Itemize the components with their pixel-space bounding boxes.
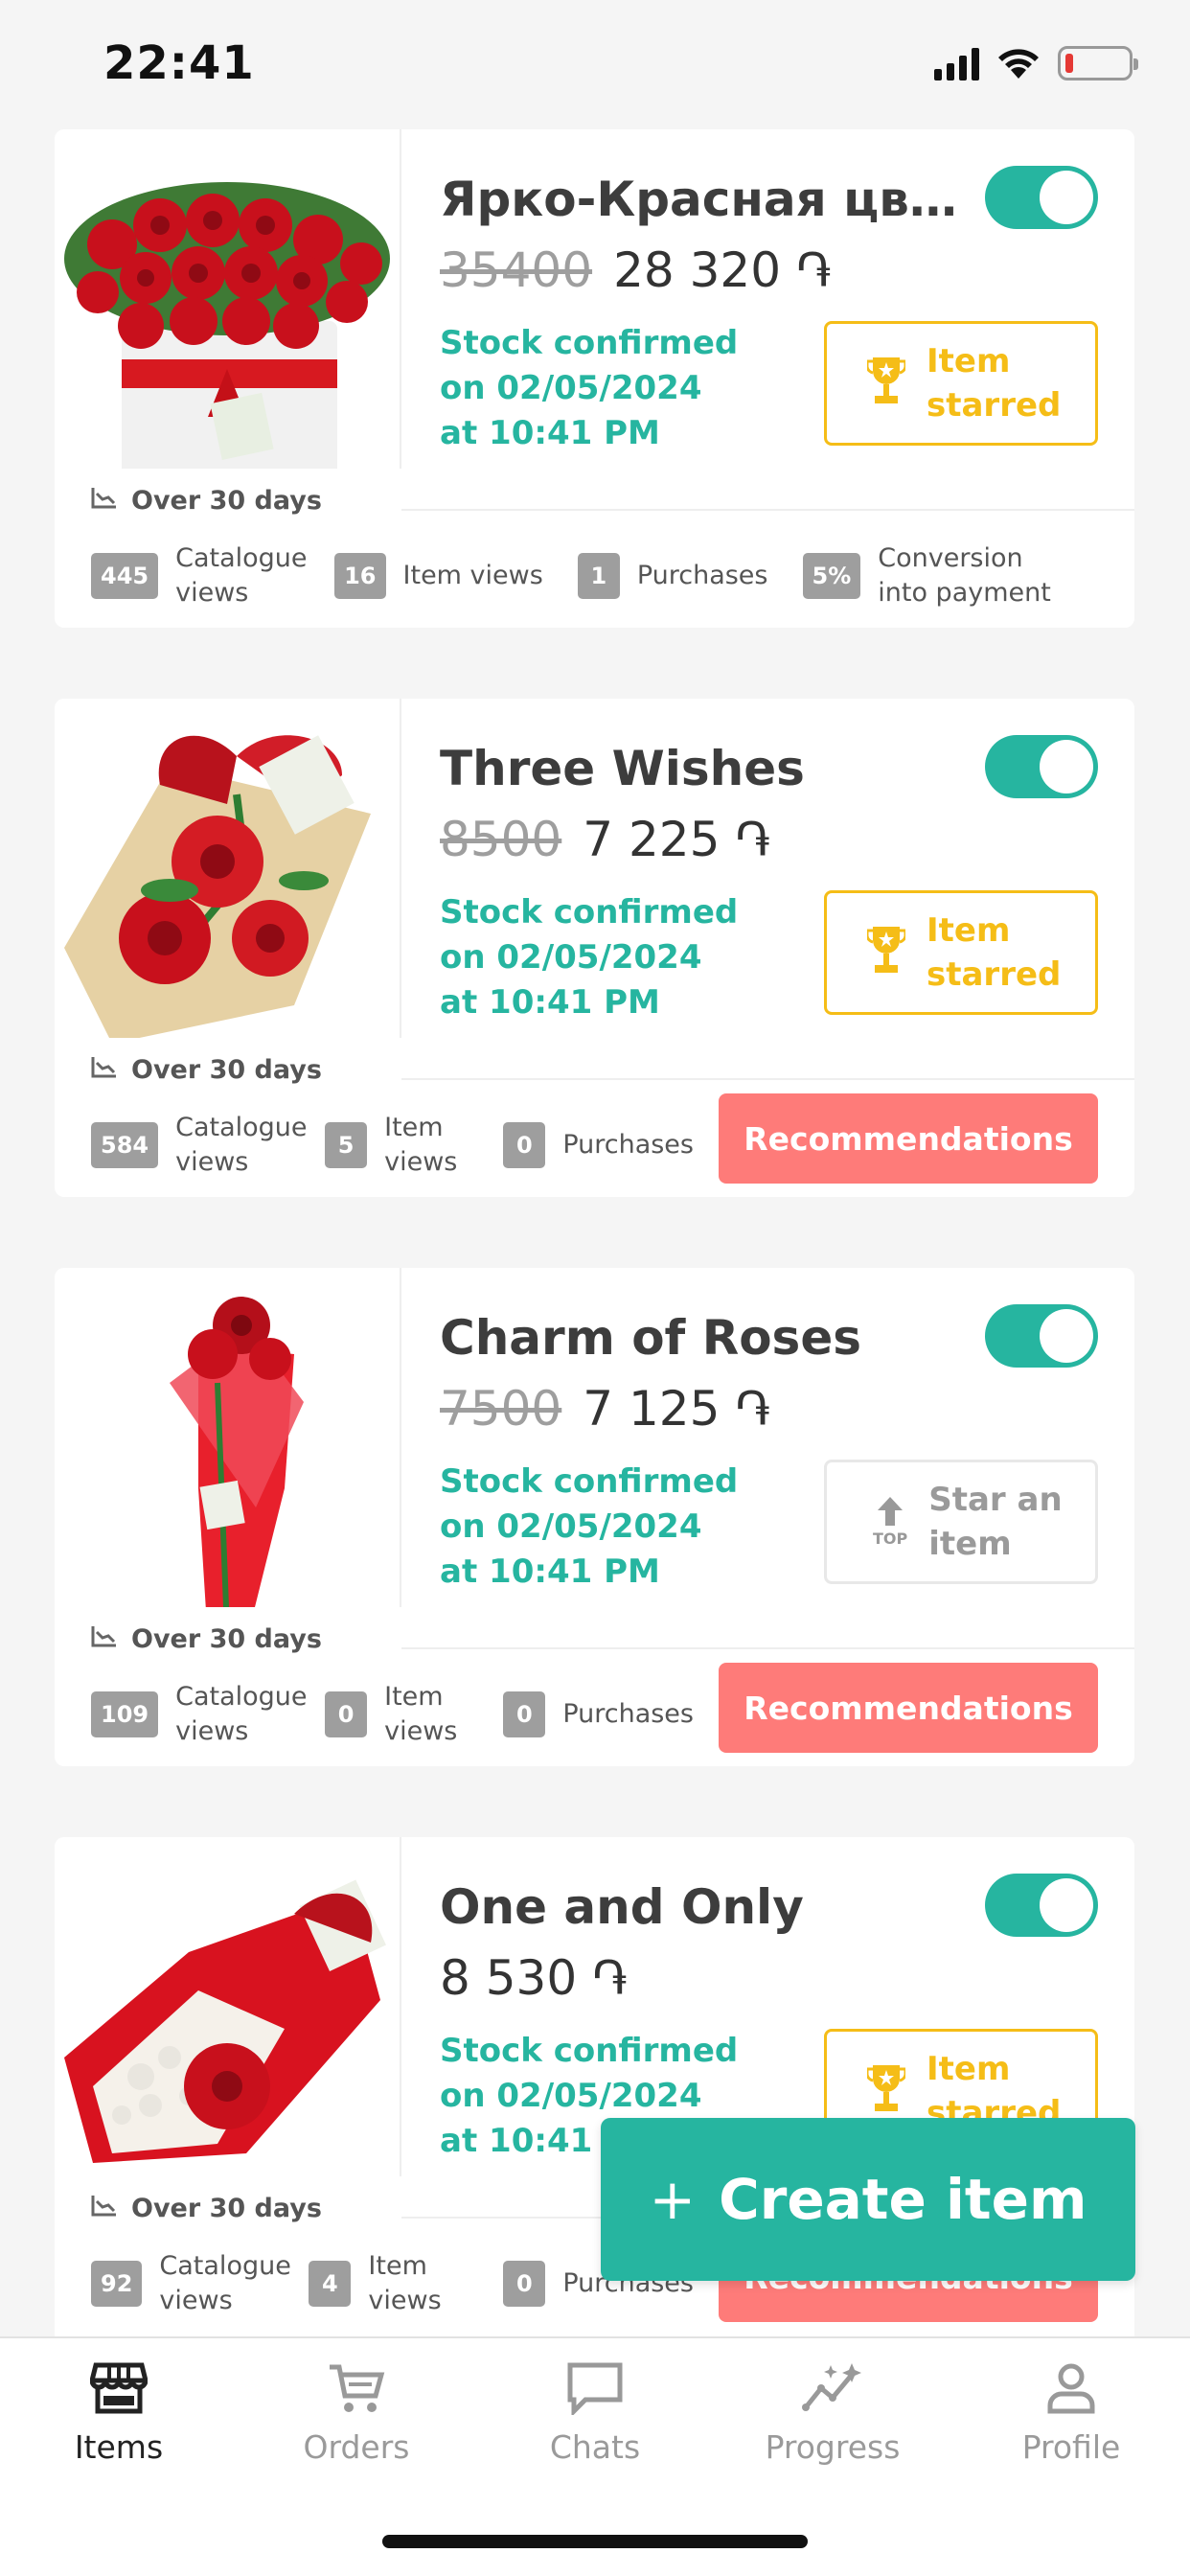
tab-progress[interactable]: Progress	[714, 2361, 951, 2466]
star-item-button[interactable]: TOP Star an item	[824, 1460, 1098, 1584]
stat-purchases: 0 Purchases	[503, 1122, 694, 1168]
trophy-icon	[865, 923, 907, 982]
item-title[interactable]: Ярко-Красная цвет...	[440, 172, 976, 227]
create-item-button[interactable]: + Create item	[601, 2118, 1135, 2281]
item-photo[interactable]	[55, 699, 401, 1076]
status-icons	[934, 46, 1138, 80]
item-active-toggle[interactable]	[985, 735, 1098, 798]
old-price: 8500	[440, 812, 562, 867]
item-price: 7500 7 125 ֏	[440, 1381, 770, 1438]
period-label: Over 30 days	[55, 1038, 401, 1101]
item-photo[interactable]	[55, 1268, 401, 1645]
item-card[interactable]: Over 30 days Ярко-Красная цвет... 35400 2…	[55, 129, 1134, 628]
item-photo[interactable]	[55, 1837, 401, 2215]
stock-status: Stock confirmed on 02/05/2024 at 10:41 P…	[440, 1462, 739, 1591]
chart-icon	[91, 2194, 118, 2223]
stat-item-views: 4 Item views	[309, 2249, 478, 2318]
stats-row: 445 Catalogue views 16 Item views 1 Purchas…	[91, 541, 1098, 610]
recommendations-button[interactable]: Recommendations	[719, 1093, 1098, 1184]
profile-icon	[1044, 2361, 1098, 2419]
period-label: Over 30 days	[55, 469, 401, 532]
stat-catalogue-views: 584 Catalogue views	[91, 1111, 308, 1180]
battery-icon	[1058, 46, 1138, 80]
stat-item-views: 16 Item views	[334, 553, 543, 599]
item-price: 8500 7 225 ֏	[440, 812, 770, 868]
stat-purchases: 1 Purchases	[577, 553, 768, 599]
item-photo[interactable]	[55, 129, 401, 507]
old-price: 7500	[440, 1381, 562, 1437]
item-card[interactable]: Over 30 days Charm of Roses 7500 7 125 ֏ …	[55, 1268, 1134, 1766]
stat-catalogue-views: 109 Catalogue views	[91, 1680, 308, 1749]
current-price: 7 225 ֏	[583, 812, 771, 867]
item-price: 8 530 ֏	[440, 1950, 628, 2007]
item-active-toggle[interactable]	[985, 1874, 1098, 1937]
stat-item-views: 0 Item views	[325, 1680, 478, 1749]
stats-row: 109 Catalogue views 0 Item views 0 Purchase…	[91, 1680, 694, 1749]
item-active-toggle[interactable]	[985, 166, 1098, 229]
wifi-icon	[996, 46, 1041, 80]
stat-purchases: 0 Purchases	[503, 1691, 694, 1737]
current-price: 8 530 ֏	[440, 1950, 628, 2006]
period-label: Over 30 days	[55, 2176, 401, 2240]
tab-items[interactable]: Items	[0, 2361, 238, 2466]
item-active-toggle[interactable]	[985, 1304, 1098, 1368]
recommendations-button[interactable]: Recommendations	[719, 1663, 1098, 1753]
tab-chats[interactable]: Chats	[476, 2361, 714, 2466]
current-price: 7 125 ֏	[583, 1381, 771, 1437]
item-title[interactable]: Three Wishes	[440, 741, 805, 796]
plus-icon: +	[649, 2167, 697, 2232]
chat-icon	[566, 2361, 624, 2419]
status-time: 22:41	[103, 36, 255, 90]
trophy-icon	[865, 2061, 907, 2121]
store-icon	[88, 2361, 149, 2419]
home-indicator[interactable]	[382, 2535, 808, 2548]
chart-icon	[91, 1055, 118, 1085]
item-starred-button[interactable]: Item starred	[824, 321, 1098, 446]
period-label: Over 30 days	[55, 1607, 401, 1670]
stock-status: Stock confirmed on 02/05/2024 at 10:41 P…	[440, 324, 739, 452]
progress-icon	[802, 2361, 863, 2419]
tab-orders[interactable]: Orders	[238, 2361, 475, 2466]
stat-item-views: 5 Item views	[325, 1111, 478, 1180]
item-starred-button[interactable]: Item starred	[824, 890, 1098, 1015]
item-price: 35400 28 320 ֏	[440, 242, 832, 299]
item-card[interactable]: Over 30 days Three Wishes 8500 7 225 ֏ St…	[55, 699, 1134, 1197]
stat-catalogue-views: 92 Catalogue views	[91, 2249, 291, 2318]
chart-icon	[91, 486, 118, 516]
current-price: 28 320 ֏	[613, 242, 832, 298]
stat-catalogue-views: 445 Catalogue views	[91, 541, 308, 610]
status-bar: 22:41	[0, 0, 1190, 125]
tab-profile[interactable]: Profile	[952, 2361, 1190, 2466]
signal-icon	[934, 46, 979, 80]
stat-conversion: 5% Conversion into payment	[802, 541, 1080, 610]
item-title[interactable]: Charm of Roses	[440, 1310, 861, 1366]
trophy-icon	[865, 354, 907, 413]
chart-icon	[91, 1624, 118, 1654]
stats-row: 584 Catalogue views 5 Item views 0 Purchase…	[91, 1111, 694, 1180]
stock-status: Stock confirmed on 02/05/2024 at 10:41 P…	[440, 893, 739, 1022]
old-price: 35400	[440, 242, 593, 298]
cart-icon	[328, 2361, 385, 2419]
top-arrow-icon: TOP	[873, 1496, 907, 1548]
item-title[interactable]: One and Only	[440, 1879, 804, 1935]
